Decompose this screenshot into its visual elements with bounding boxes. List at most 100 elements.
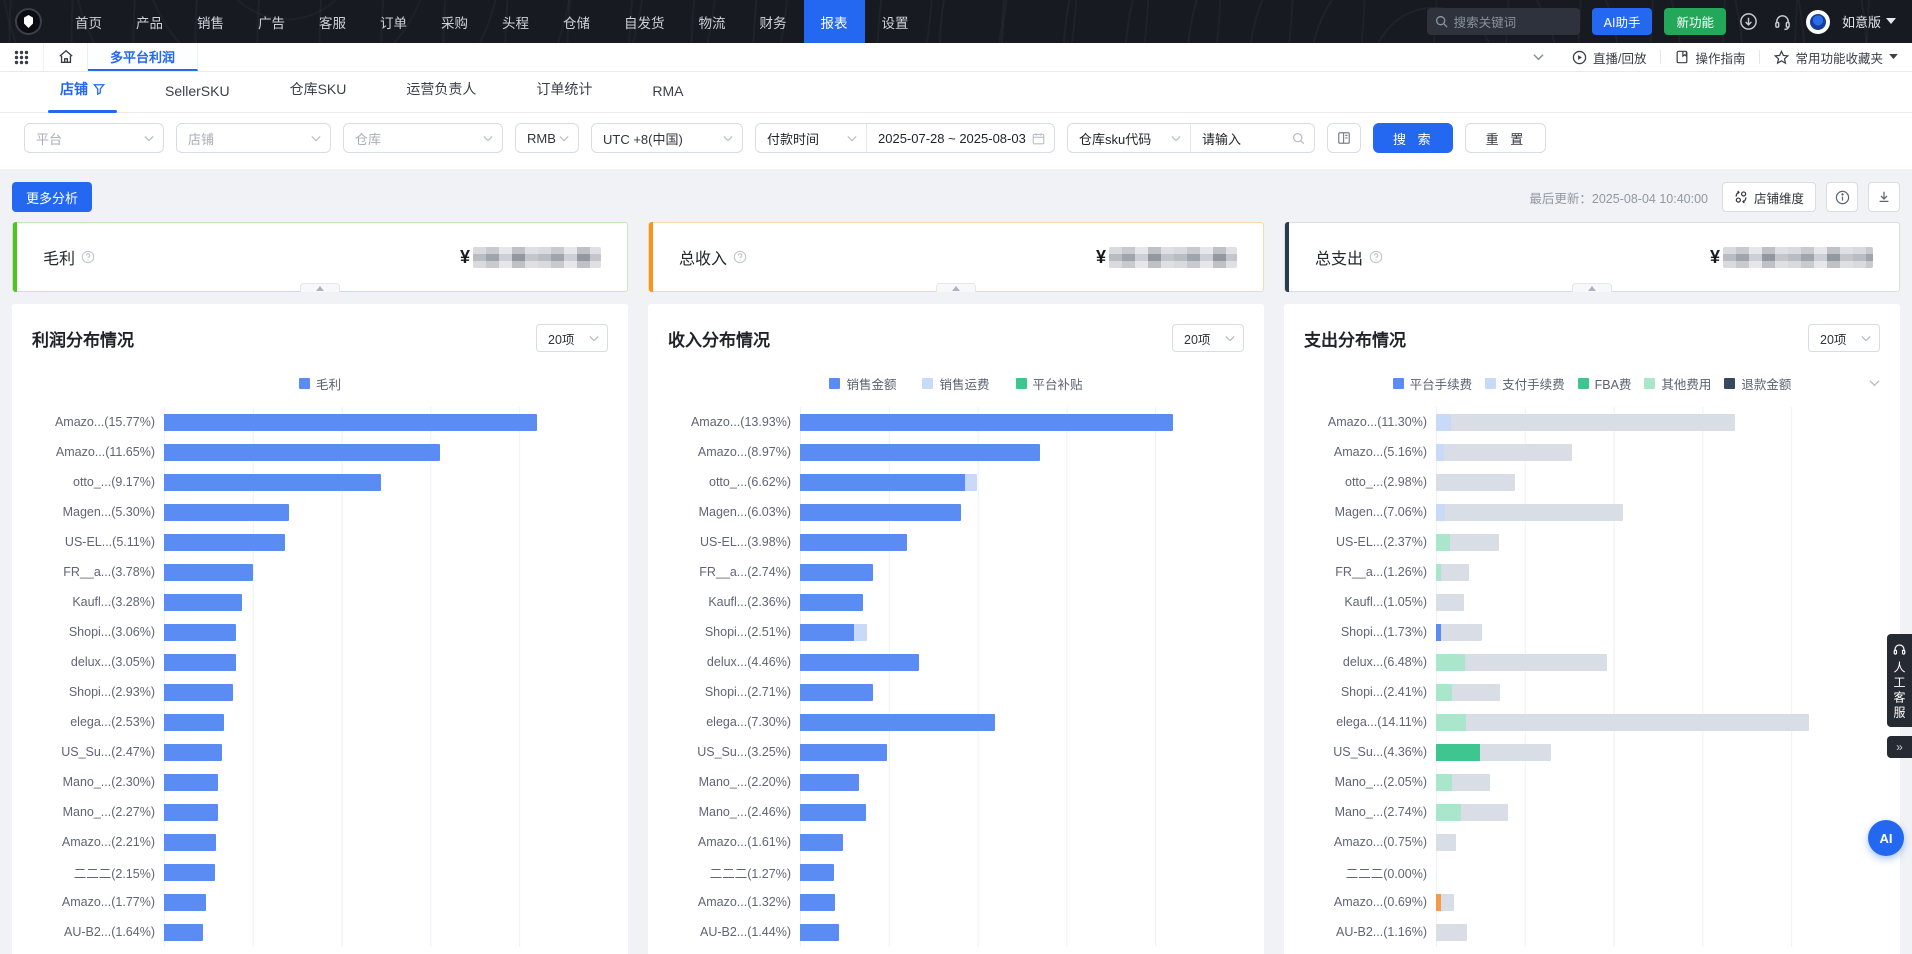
user-avatar[interactable] [1806,10,1830,34]
bar[interactable] [164,714,224,731]
currency-select[interactable]: RMB [515,123,579,153]
nav-item-仓储[interactable]: 仓储 [546,0,607,43]
subtab-运营负责人[interactable]: 运营负责人 [376,79,506,112]
legend-item-退款金额[interactable]: 退款金额 [1724,374,1791,393]
favorites-link[interactable]: 常用功能收藏夹 [1760,43,1912,71]
bar[interactable] [800,744,887,761]
bar[interactable] [164,414,537,431]
nav-item-财务[interactable]: 财务 [743,0,804,43]
guide-link[interactable]: 操作指南 [1661,43,1759,71]
bar[interactable] [164,504,289,521]
bar[interactable] [800,774,859,791]
bar[interactable] [164,594,242,611]
time-type-select[interactable]: 付款时间 [756,124,866,152]
store-select[interactable]: 店铺 [176,123,331,153]
nav-item-设置[interactable]: 设置 [865,0,926,43]
bar[interactable] [800,714,995,731]
bar[interactable] [800,594,863,611]
bar[interactable] [1436,804,1508,821]
subtab-SellerSKU[interactable]: SellerSKU [135,83,260,112]
bar[interactable] [800,894,835,911]
legend-item-平台补贴[interactable]: 平台补贴 [1016,374,1083,393]
date-range-picker[interactable]: 2025-07-28 ~ 2025-08-03 [866,124,1054,152]
bar[interactable] [1436,444,1572,461]
bar[interactable] [800,864,834,881]
legend-item-销售金额[interactable]: 销售金额 [829,374,896,393]
bar[interactable] [800,684,873,701]
bar[interactable] [1436,654,1607,671]
bar[interactable] [800,804,866,821]
export-button[interactable] [1868,182,1900,212]
nav-item-订单[interactable]: 订单 [363,0,424,43]
legend-item-平台手续费[interactable]: 平台手续费 [1393,374,1473,393]
download-circle-icon[interactable] [1738,11,1760,33]
question-circle-icon[interactable] [733,250,747,264]
tab-multi-platform-profit[interactable]: 多平台利润 [88,43,198,71]
subtab-仓库SKU[interactable]: 仓库SKU [260,79,377,112]
collapse-card-button[interactable] [936,283,976,292]
nav-item-自发货[interactable]: 自发货 [607,0,682,43]
nav-item-客服[interactable]: 客服 [302,0,363,43]
bar[interactable] [164,564,253,581]
bar[interactable] [800,564,873,581]
legend-overflow-chevron-icon[interactable] [1869,374,1880,392]
legend-item-毛利[interactable]: 毛利 [299,374,341,393]
bar[interactable] [164,534,285,551]
service-expand-button[interactable]: » [1887,736,1912,758]
more-analysis-button[interactable]: 更多分析 [12,182,92,212]
bar[interactable] [800,474,977,491]
dimension-switch-button[interactable]: 店铺维度 [1722,182,1816,212]
bar[interactable] [164,774,218,791]
timezone-select[interactable]: UTC +8(中国) [591,123,743,153]
nav-item-头程[interactable]: 头程 [485,0,546,43]
bar[interactable] [1436,414,1735,431]
home-icon[interactable] [44,43,88,71]
sku-type-select[interactable]: 仓库sku代码 [1068,124,1190,152]
bar[interactable] [800,834,843,851]
bar[interactable] [164,684,233,701]
bar[interactable] [164,864,215,881]
bar[interactable] [800,504,961,521]
legend-item-支付手续费[interactable]: 支付手续费 [1485,374,1565,393]
info-button[interactable] [1826,182,1858,212]
bar[interactable] [1436,744,1551,761]
legend-item-销售运费[interactable]: 销售运费 [922,374,989,393]
ai-floating-button[interactable]: AI [1868,820,1904,856]
bar[interactable] [1436,624,1482,641]
bar[interactable] [164,804,218,821]
collapse-card-button[interactable] [1572,283,1612,292]
nav-item-广告[interactable]: 广告 [241,0,302,43]
question-circle-icon[interactable] [81,250,95,264]
reset-button[interactable]: 重 置 [1465,123,1547,153]
warehouse-select[interactable]: 仓库 [343,123,503,153]
ai-assistant-button[interactable]: AI助手 [1592,8,1653,35]
nav-item-物流[interactable]: 物流 [682,0,743,43]
bar[interactable] [1436,924,1467,941]
nav-item-采购[interactable]: 采购 [424,0,485,43]
batch-input-button[interactable] [1327,123,1361,153]
platform-select[interactable]: 平台 [24,123,164,153]
bar[interactable] [164,654,236,671]
bar[interactable] [800,624,867,641]
nav-item-产品[interactable]: 产品 [119,0,180,43]
top-n-select[interactable]: 20项 [1172,324,1244,352]
bar[interactable] [1436,834,1456,851]
headset-icon[interactable] [1772,11,1794,33]
bar[interactable] [800,414,1173,431]
collapse-card-button[interactable] [300,283,340,292]
bar[interactable] [1436,474,1515,491]
nav-item-报表[interactable]: 报表 [804,0,865,43]
bar[interactable] [800,444,1040,461]
bar[interactable] [164,444,440,461]
bar[interactable] [1436,594,1464,611]
bar[interactable] [800,924,839,941]
bar[interactable] [164,894,206,911]
subtab-RMA[interactable]: RMA [622,83,713,112]
bar[interactable] [164,624,236,641]
nav-item-首页[interactable]: 首页 [58,0,119,43]
bar[interactable] [164,474,381,491]
bar[interactable] [1436,534,1499,551]
bar[interactable] [800,654,919,671]
bar[interactable] [1436,684,1500,701]
version-switcher[interactable]: 如意版 [1842,12,1896,31]
